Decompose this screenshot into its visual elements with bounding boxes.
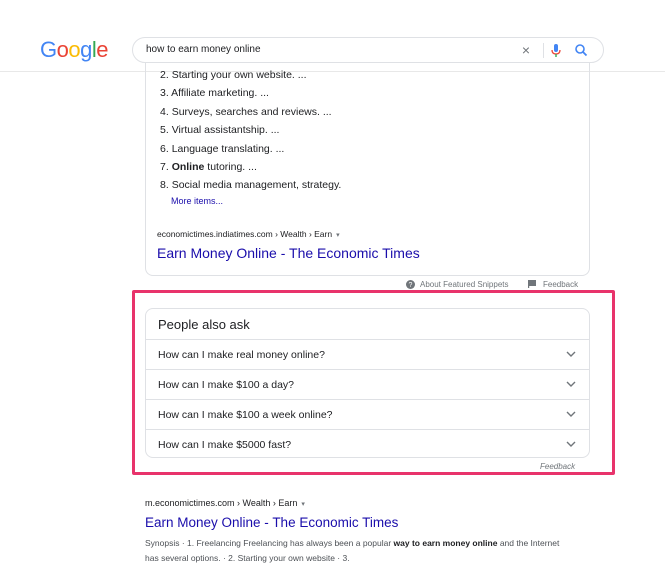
list-item-post: tutoring. ... xyxy=(204,161,257,174)
list-item-num: 2. xyxy=(160,69,172,81)
list-item-num: 3. xyxy=(160,87,172,100)
list-item-pre: Social media management, strategy. xyxy=(171,179,342,192)
question-circle-icon: ? xyxy=(406,280,415,289)
snippet-list: 2. Starting your own website. ... 3. Affi… xyxy=(160,66,341,195)
cite-caret-icon[interactable]: ▾ xyxy=(301,501,305,508)
svg-text:?: ? xyxy=(409,282,413,289)
search-divider xyxy=(543,43,544,58)
feedback-flag-icon xyxy=(528,280,536,288)
logo-letter: G xyxy=(40,37,57,62)
chevron-down-icon[interactable] xyxy=(566,380,576,388)
microphone-icon[interactable] xyxy=(549,43,563,59)
paa-title: People also ask xyxy=(158,317,250,332)
result-title-link[interactable]: Earn Money Online - The Economic Times xyxy=(145,515,398,530)
snippet-list-item: 5. Virtual assistantship. ... xyxy=(160,121,341,139)
list-item-num: 7. xyxy=(160,161,172,174)
result-snippet: Synopsis · 1. Freelancing Freelancing ha… xyxy=(145,536,565,565)
list-item-num: 5. xyxy=(160,124,172,137)
paa-item[interactable]: How can I make $5000 fast? xyxy=(146,429,589,459)
logo-letter: g xyxy=(80,37,92,62)
featured-snippet: 2. Starting your own website. ... 3. Affi… xyxy=(145,62,590,276)
cite-caret-icon[interactable]: ▾ xyxy=(336,232,340,239)
list-item-num: 4. xyxy=(160,105,172,118)
paa-item[interactable]: How can I make $100 a day? xyxy=(146,369,589,399)
logo-letter: o xyxy=(56,37,69,62)
result-snippet-bold: way to earn money online xyxy=(393,538,498,548)
list-item-pre: Starting your own website. ... xyxy=(171,69,307,81)
more-items-link[interactable]: More items... xyxy=(171,196,223,206)
paa-question: How can I make $100 a day? xyxy=(158,379,294,391)
paa-question: How can I make $100 a week online? xyxy=(158,409,333,421)
snippet-title-link[interactable]: Earn Money Online - The Economic Times xyxy=(157,245,420,261)
clear-icon[interactable]: × xyxy=(519,42,533,58)
chevron-down-icon[interactable] xyxy=(566,350,576,358)
snippet-list-item: 7. Online tutoring. ... xyxy=(160,158,341,176)
snippet-list-item: 4. Surveys, searches and reviews. ... xyxy=(160,103,341,121)
list-item-bold: Online xyxy=(171,161,205,174)
about-featured-snippets-link[interactable]: About Featured Snippets xyxy=(420,280,509,289)
result-snippet-text: Synopsis · 1. Freelancing Freelancing ha… xyxy=(145,538,394,548)
paa-feedback-link[interactable]: Feedback xyxy=(540,462,575,471)
list-item-pre: Language translating. ... xyxy=(171,142,285,155)
snippet-feedback-link[interactable]: Feedback xyxy=(543,280,578,289)
search-icon[interactable] xyxy=(574,43,588,57)
chevron-down-icon[interactable] xyxy=(566,440,576,448)
result-cite-text: m.economictimes.com › Wealth › Earn xyxy=(145,498,298,508)
search-input[interactable]: how to earn money online xyxy=(146,44,261,55)
snippet-list-item: 6. Language translating. ... xyxy=(160,140,341,158)
people-also-ask-card: People also ask How can I make real mone… xyxy=(145,308,590,458)
search-box[interactable]: how to earn money online × xyxy=(132,37,604,63)
paa-item[interactable]: How can I make real money online? xyxy=(146,339,589,369)
list-item-num: 6. xyxy=(160,142,172,155)
snippet-list-item: 3. Affiliate marketing. ... xyxy=(160,84,341,102)
google-logo[interactable]: Google xyxy=(40,37,109,63)
list-item-num: 8. xyxy=(160,179,172,192)
paa-question: How can I make $5000 fast? xyxy=(158,439,292,451)
list-item-pre: Surveys, searches and reviews. ... xyxy=(171,105,332,118)
paa-item[interactable]: How can I make $100 a week online? xyxy=(146,399,589,429)
snippet-list-item: 8. Social media management, strategy. xyxy=(160,176,341,194)
snippet-cite[interactable]: economictimes.indiatimes.com › Wealth › … xyxy=(157,229,340,239)
logo-letter: e xyxy=(96,37,109,62)
list-item-pre: Virtual assistantship. ... xyxy=(171,124,280,137)
paa-question: How can I make real money online? xyxy=(158,349,325,361)
result-cite[interactable]: m.economictimes.com › Wealth › Earn ▾ xyxy=(145,498,305,508)
logo-letter: o xyxy=(68,37,81,62)
list-item-pre: Affiliate marketing. ... xyxy=(171,87,269,100)
chevron-down-icon[interactable] xyxy=(566,410,576,418)
snippet-cite-text: economictimes.indiatimes.com › Wealth › … xyxy=(157,229,333,239)
snippet-list-item: 2. Starting your own website. ... xyxy=(160,66,341,84)
